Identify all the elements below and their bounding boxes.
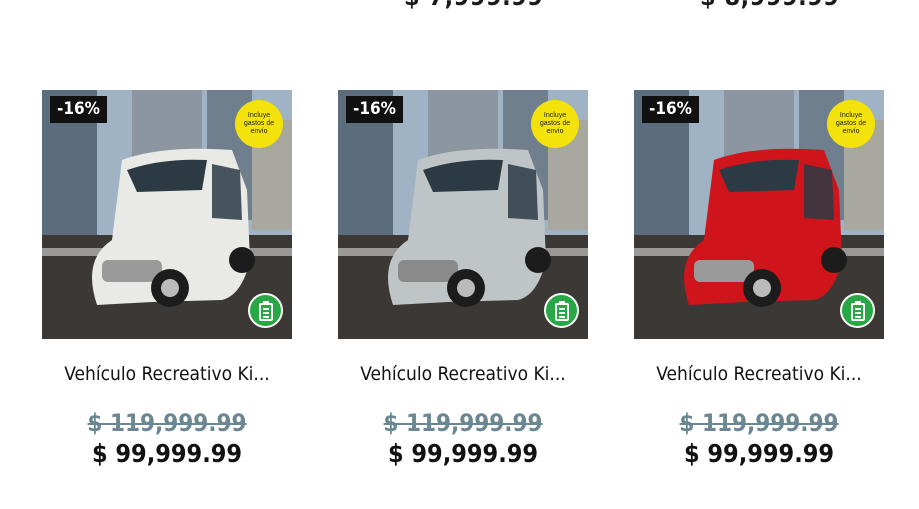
product-card[interactable]: -16% Incluye gastos de envío Vehículo Re… <box>42 90 292 468</box>
original-price: $ 119,999.99 <box>87 409 247 437</box>
discount-badge: -16% <box>346 96 403 123</box>
battery-icon <box>840 293 875 328</box>
product-image[interactable]: -16% Incluye gastos de envío <box>42 90 292 339</box>
original-price: $ 119,999.99 <box>679 409 839 437</box>
free-shipping-badge: Incluye gastos de envío <box>235 100 283 148</box>
battery-icon <box>544 293 579 328</box>
product-image[interactable]: -16% Incluye gastos de envío <box>634 90 884 339</box>
previous-row-price: $ 7,999.99 <box>404 0 543 11</box>
product-card[interactable]: -16% Incluye gastos de envío Vehículo Re… <box>634 90 884 468</box>
sale-price: $ 99,999.99 <box>683 439 835 468</box>
sale-price: $ 99,999.99 <box>387 439 539 468</box>
discount-badge: -16% <box>50 96 107 123</box>
sale-price: $ 99,999.99 <box>91 439 243 468</box>
original-price: $ 119,999.99 <box>383 409 543 437</box>
free-shipping-badge: Incluye gastos de envío <box>827 100 875 148</box>
product-image[interactable]: -16% Incluye gastos de envío <box>338 90 588 339</box>
product-title[interactable]: Vehículo Recreativo Ki... <box>634 363 884 385</box>
product-title[interactable]: Vehículo Recreativo Ki... <box>42 363 292 385</box>
free-shipping-badge: Incluye gastos de envío <box>531 100 579 148</box>
battery-icon <box>248 293 283 328</box>
product-title[interactable]: Vehículo Recreativo Ki... <box>338 363 588 385</box>
discount-badge: -16% <box>642 96 699 123</box>
product-card[interactable]: -16% Incluye gastos de envío Vehículo Re… <box>338 90 588 468</box>
previous-row-price: $ 8,999.99 <box>700 0 839 11</box>
